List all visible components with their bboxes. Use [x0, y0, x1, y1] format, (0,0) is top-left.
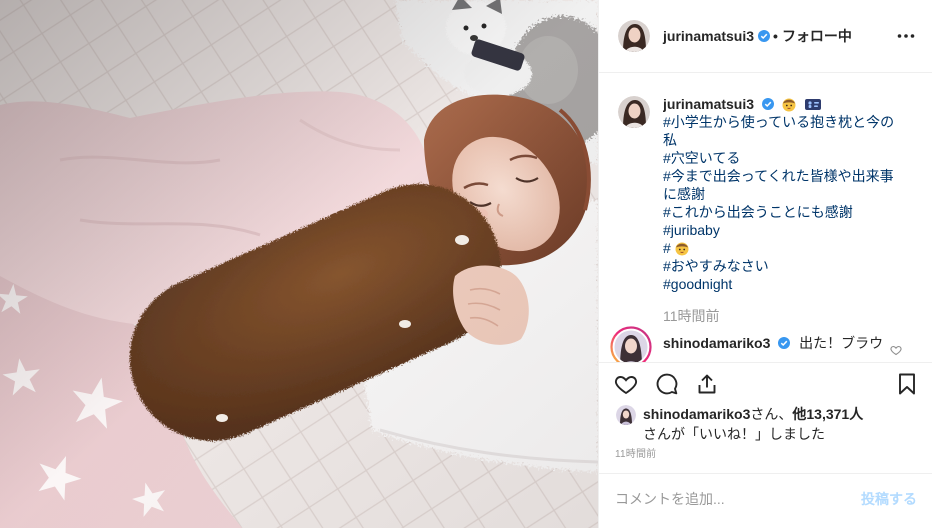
hashtag-link[interactable]: #今まで出会ってくれた皆様や出来事に感謝	[663, 167, 901, 203]
hashtag-link[interactable]: #goodnight	[663, 275, 901, 293]
following-button[interactable]: フォロー中	[782, 26, 852, 46]
hashtag-text: #	[663, 240, 671, 256]
save-bookmark-button[interactable]	[895, 372, 919, 396]
liker-username[interactable]: shinodamariko3	[643, 406, 750, 422]
baby-symbol-emoji-icon	[804, 96, 822, 112]
post-side-panel: jurinamatsui3 • フォロー中 jurinamatsui3 #小学生…	[598, 0, 932, 528]
comment-text: 出た！ブラウ	[799, 335, 883, 351]
photo-shading	[0, 0, 598, 528]
baby-emoji-icon	[674, 240, 690, 256]
comments-scroll-area[interactable]: jurinamatsui3 #小学生から使っている抱き枕と今の私 #穴空いてる …	[599, 73, 932, 362]
likes-text: shinodamariko3さん、他13,371人 さんが「いいね！」しました	[643, 404, 923, 444]
liker-avatar[interactable]	[616, 405, 636, 425]
caption-author-avatar[interactable]	[618, 96, 650, 128]
post-timestamp[interactable]: 11時間前	[615, 449, 656, 461]
heart-outline-icon	[890, 345, 902, 356]
comment-row: shinodamariko3 出た！ブラウ	[663, 334, 883, 352]
caption-user-line: jurinamatsui3	[663, 95, 901, 113]
hashtag-link[interactable]: #おやすみなさい	[663, 257, 901, 275]
author-username[interactable]: jurinamatsui3	[663, 28, 754, 44]
post-viewer: jurinamatsui3 • フォロー中 jurinamatsui3 #小学生…	[0, 0, 932, 528]
more-options-button[interactable]	[896, 26, 916, 46]
header-separator: •	[773, 28, 778, 44]
share-upload-icon	[698, 374, 716, 394]
post-actions-bar	[599, 362, 932, 406]
hashtag-link[interactable]: #juribaby	[663, 221, 901, 239]
likes-line-2: さんが「いいね！」しました	[643, 426, 825, 442]
post-photo[interactable]	[0, 0, 598, 528]
like-button[interactable]	[614, 372, 638, 396]
share-button[interactable]	[695, 372, 719, 396]
likes-summary: shinodamariko3さん、他13,371人 さんが「いいね！」しました	[599, 404, 932, 448]
bookmark-outline-icon	[899, 373, 915, 395]
add-comment-form: 投稿する	[599, 473, 932, 528]
post-comment-button[interactable]: 投稿する	[861, 490, 917, 508]
comment-like-button[interactable]	[890, 344, 902, 356]
post-photo-image	[0, 0, 598, 528]
likes-line-1: shinodamariko3さん、他13,371人	[643, 404, 923, 424]
caption-username[interactable]: jurinamatsui3	[663, 96, 754, 112]
verified-badge-icon	[758, 30, 771, 42]
caption-text: jurinamatsui3 #小学生から使っている抱き枕と今の私 #穴空いてる …	[663, 95, 901, 293]
author-meta: jurinamatsui3 • フォロー中	[663, 27, 852, 45]
comment-username[interactable]: shinodamariko3	[663, 335, 770, 351]
caption-timestamp[interactable]: 11時間前	[663, 307, 720, 325]
likes-count-link[interactable]: 他13,371人	[792, 406, 863, 422]
verified-badge-icon	[778, 337, 791, 349]
hashtag-link[interactable]: #これから出会うことにも感謝	[663, 203, 901, 221]
comment-input[interactable]	[615, 490, 840, 510]
verified-badge-icon	[761, 98, 774, 110]
author-avatar[interactable]	[618, 20, 650, 52]
heart-outline-icon	[614, 376, 638, 395]
more-horizontal-icon	[897, 34, 915, 38]
baby-emoji-icon	[781, 96, 797, 112]
hashtag-link[interactable]: #	[663, 239, 901, 257]
post-header: jurinamatsui3 • フォロー中	[599, 0, 932, 73]
commenter-avatar-with-story-ring[interactable]	[610, 326, 652, 362]
liker-suffix: さん、	[750, 406, 793, 422]
hashtag-link[interactable]: #穴空いてる	[663, 149, 901, 167]
comment-button[interactable]	[655, 372, 679, 396]
comment-bubble-icon	[656, 373, 678, 395]
hashtag-link[interactable]: #小学生から使っている抱き枕と今の私	[663, 113, 901, 149]
